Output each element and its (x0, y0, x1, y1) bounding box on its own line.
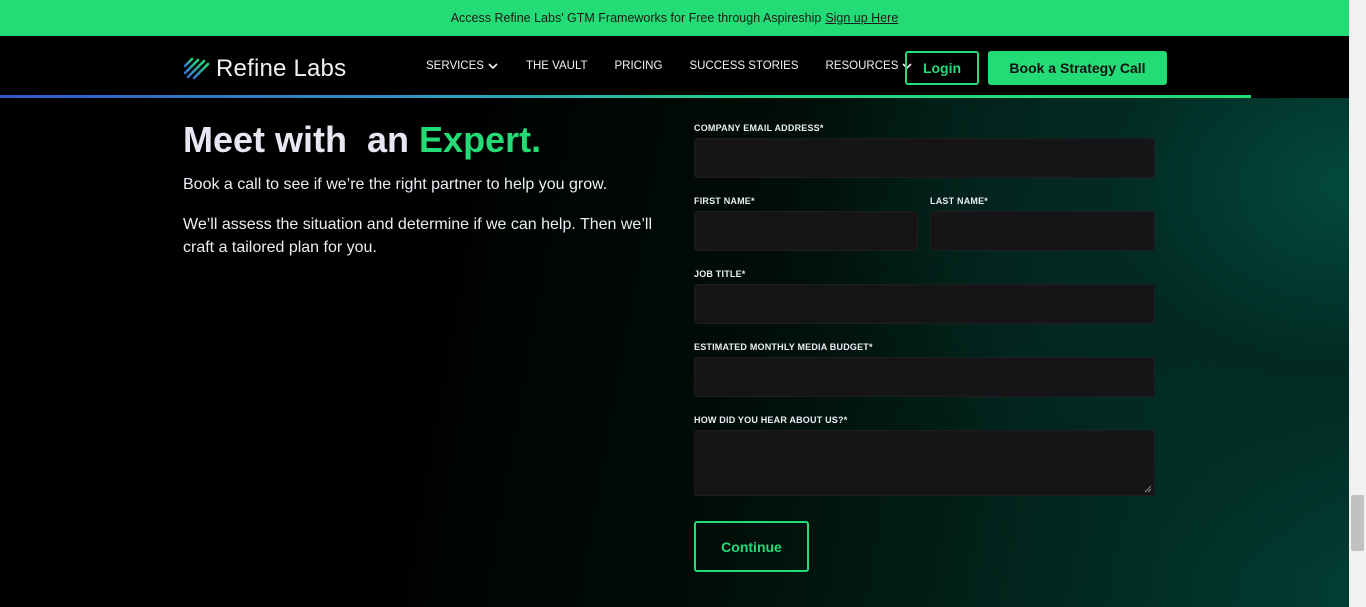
job-title-label: JOB TITLE* (694, 269, 746, 279)
nav-item-resources[interactable]: RESOURCES (826, 60, 913, 72)
logo[interactable]: Refine Labs (183, 55, 346, 83)
nav-item-label: SUCCESS STORIES (689, 60, 799, 72)
main-nav: SERVICES THE VAULT PRICING SUCCESS STORI… (426, 60, 912, 72)
how-did-you-hear-textarea[interactable] (694, 430, 1155, 496)
page-scrollbar[interactable] (1349, 0, 1366, 607)
first-name-label: FIRST NAME* (694, 196, 755, 206)
login-button[interactable]: Login (905, 51, 979, 85)
resize-grip-icon[interactable] (1144, 485, 1152, 493)
navbar-gradient-line (0, 95, 1251, 98)
first-name-field[interactable] (694, 211, 918, 251)
how-did-you-hear-label: HOW DID YOU HEAR ABOUT US?* (694, 415, 848, 425)
chevron-down-icon (488, 62, 498, 69)
hero-title: Meet with an Expert. (183, 119, 541, 161)
company-email-field[interactable] (694, 138, 1155, 178)
hero-paragraph-2: We’ll assess the situation and determine… (183, 216, 652, 256)
nav-item-label: RESOURCES (825, 60, 899, 72)
nav-item-pricing[interactable]: PRICING (615, 60, 663, 72)
nav-item-label: SERVICES (426, 60, 484, 72)
book-strategy-call-button[interactable]: Book a Strategy Call (988, 51, 1167, 85)
last-name-label: LAST NAME* (930, 196, 988, 206)
banner-text: Access Refine Labs' GTM Frameworks for F… (450, 11, 822, 25)
last-name-field[interactable] (930, 211, 1155, 251)
hero-title-text: Meet with an (183, 119, 420, 160)
media-budget-field[interactable] (694, 357, 1155, 397)
logo-text: Refine Labs (216, 55, 347, 82)
company-email-label: COMPANY EMAIL ADDRESS* (694, 123, 824, 133)
nav-item-success-stories[interactable]: SUCCESS STORIES (689, 60, 798, 72)
promo-banner: Access Refine Labs' GTM Frameworks for F… (0, 0, 1349, 36)
nav-item-services[interactable]: SERVICES (426, 60, 498, 72)
nav-item-label: THE VAULT (525, 60, 588, 72)
job-title-field[interactable] (694, 284, 1155, 324)
hero-title-accent: Expert. (419, 119, 542, 160)
scrollbar-thumb[interactable] (1351, 495, 1364, 551)
media-budget-label: ESTIMATED MONTHLY MEDIA BUDGET* (694, 342, 873, 352)
nav-item-label: PRICING (614, 60, 663, 72)
hero-paragraph-1: Book a call to see if we’re the right pa… (183, 176, 608, 193)
banner-signup-link[interactable]: Sign up Here (825, 11, 898, 25)
refine-labs-logo-icon (183, 57, 210, 80)
nav-item-the-vault[interactable]: THE VAULT (526, 60, 588, 72)
continue-button[interactable]: Continue (694, 521, 809, 572)
